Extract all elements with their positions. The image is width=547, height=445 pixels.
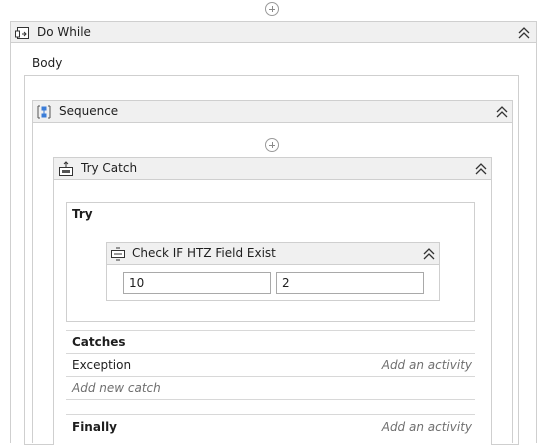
exception-add-activity[interactable]: Add an activity: [382, 358, 472, 372]
exception-type-label[interactable]: Exception: [72, 358, 131, 372]
check-activity-header[interactable]: Check IF HTZ Field Exist: [107, 243, 439, 265]
finally-divider: [66, 414, 475, 415]
body-label: Body: [32, 56, 63, 70]
add-activity-sequence-icon[interactable]: [265, 138, 279, 152]
collapse-sequence-icon[interactable]: [495, 105, 509, 119]
collapse-check-activity-icon[interactable]: [422, 247, 436, 261]
sequence-header[interactable]: Sequence: [32, 100, 513, 123]
do-while-header[interactable]: Do While: [10, 21, 537, 43]
catches-label: Catches: [72, 335, 126, 349]
try-catch-header[interactable]: Try Catch: [53, 157, 492, 180]
collapse-do-while-icon[interactable]: [517, 26, 531, 40]
check-activity-title: Check IF HTZ Field Exist: [132, 246, 276, 260]
check-field-1-input[interactable]: 10: [123, 272, 271, 294]
try-label: Try: [72, 207, 93, 221]
catches-divider-3: [66, 399, 475, 400]
catches-divider-2: [66, 376, 475, 377]
sequence-title: Sequence: [59, 104, 119, 118]
check-activity-icon: [111, 247, 125, 261]
add-activity-top-icon[interactable]: [265, 2, 279, 16]
finally-label: Finally: [72, 420, 117, 434]
check-activity[interactable]: Check IF HTZ Field Exist 10 2: [106, 242, 440, 301]
catches-divider-top: [66, 330, 475, 331]
finally-add-activity[interactable]: Add an activity: [382, 420, 472, 434]
check-field-2-input[interactable]: 2: [276, 272, 424, 294]
loop-activity-icon: [15, 27, 29, 39]
catches-divider-1: [66, 353, 475, 354]
try-catch-title: Try Catch: [81, 161, 138, 175]
collapse-try-catch-icon[interactable]: [474, 162, 488, 176]
try-catch-activity-icon: [59, 161, 73, 176]
sequence-activity-icon: [37, 105, 51, 119]
do-while-title: Do While: [37, 25, 91, 39]
add-new-catch-link[interactable]: Add new catch: [72, 381, 161, 395]
